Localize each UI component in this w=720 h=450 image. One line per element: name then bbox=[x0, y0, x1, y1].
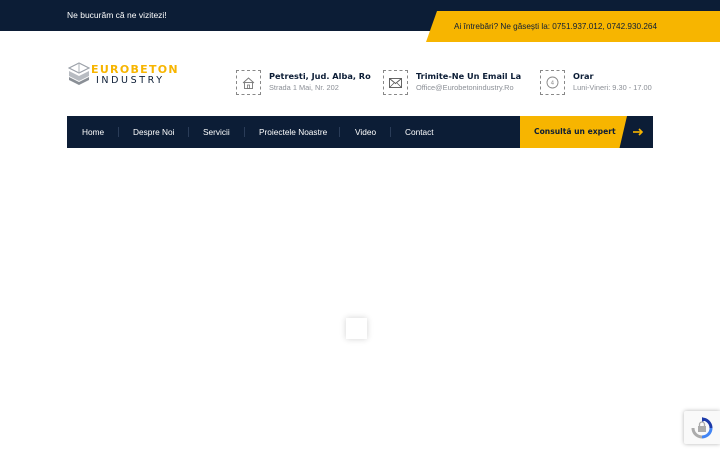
hours-info: 4 Orar Luni-Vineri: 9.30 - 17.00 bbox=[540, 70, 654, 96]
nav-item-proiectele-noastre[interactable]: Proiectele Noastre bbox=[259, 116, 327, 148]
logo-text-bottom: INDUSTRY bbox=[96, 75, 165, 86]
nav-item-servicii[interactable]: Servicii bbox=[203, 116, 230, 148]
email-title: Trimite-Ne Un Email La bbox=[416, 71, 522, 81]
hours-subtitle: Luni-Vineri: 9.30 - 17.00 bbox=[573, 83, 652, 92]
nav-item-contact[interactable]: Contact bbox=[405, 116, 434, 148]
nav-item-despre-noi[interactable]: Despre Noi bbox=[133, 116, 175, 148]
envelope-icon bbox=[383, 70, 408, 95]
address-info: Petresti, Jud. Alba, Ro Strada 1 Mai, Nr… bbox=[236, 70, 371, 96]
arrow-right-icon bbox=[633, 128, 644, 136]
nav-separator bbox=[118, 127, 119, 137]
site-logo[interactable]: EUROBETON INDUSTRY bbox=[68, 62, 180, 88]
email-subtitle[interactable]: Office@Eurobetonindustry.Ro bbox=[416, 83, 514, 92]
address-title: Petresti, Jud. Alba, Ro bbox=[269, 71, 371, 81]
email-info: Trimite-Ne Un Email La Office@Eurobetoni… bbox=[383, 70, 523, 96]
nav-separator bbox=[339, 127, 340, 137]
page-loader bbox=[346, 318, 367, 339]
top-bar: Ne bucurăm că ne vizitezi! bbox=[0, 0, 720, 31]
logo-mark-icon bbox=[68, 62, 90, 85]
hours-title: Orar bbox=[573, 71, 594, 81]
cta-label: Consultă un expert bbox=[534, 127, 616, 136]
clock-icon: 4 bbox=[540, 70, 565, 95]
home-icon bbox=[236, 70, 261, 95]
nav-item-home[interactable]: Home bbox=[82, 116, 104, 148]
svg-text:4: 4 bbox=[551, 81, 555, 87]
nav-separator bbox=[188, 127, 189, 137]
recaptcha-badge[interactable] bbox=[684, 411, 720, 444]
consult-expert-button[interactable]: Consultă un expert bbox=[520, 116, 653, 148]
main-navigation: Home Despre Noi Servicii Proiectele Noas… bbox=[67, 116, 653, 148]
recaptcha-icon bbox=[691, 416, 713, 438]
nav-item-video[interactable]: Video bbox=[355, 116, 376, 148]
address-subtitle: Strada 1 Mai, Nr. 202 bbox=[269, 83, 339, 92]
welcome-text: Ne bucurăm că ne vizitezi! bbox=[67, 10, 167, 20]
nav-separator bbox=[390, 127, 391, 137]
nav-separator bbox=[244, 127, 245, 137]
